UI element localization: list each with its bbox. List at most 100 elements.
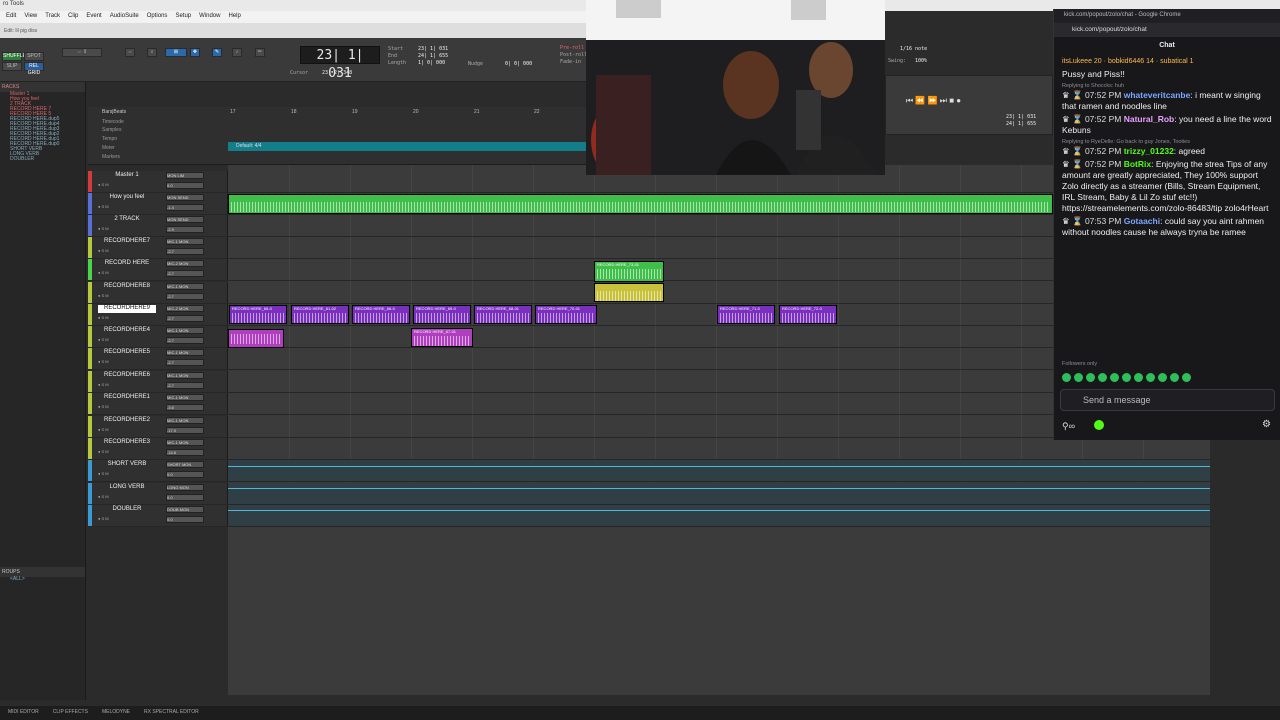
tab-rx-spectral-editor[interactable]: RX SPECTRAL EDITOR	[144, 709, 199, 717]
track-buttons[interactable]: ● S M	[98, 382, 156, 389]
track-volume[interactable]: -2.7	[166, 270, 204, 277]
menu-help[interactable]: Help	[228, 13, 240, 21]
track-volume[interactable]: -2.7	[166, 337, 204, 344]
track-name[interactable]: RECORDHERE6	[98, 372, 156, 380]
track-name[interactable]: How you feel	[98, 194, 156, 202]
audio-clip[interactable]: RECORD HERE_66-0	[352, 305, 410, 324]
track-buttons[interactable]: ● S M	[98, 449, 156, 456]
track-insert[interactable]: MIC-2 MON	[166, 305, 204, 312]
track-buttons[interactable]: ● S M	[98, 226, 156, 233]
track-insert[interactable]: DOUB MON	[166, 506, 204, 513]
swing-value[interactable]: 100%	[915, 58, 927, 64]
track-header[interactable]: RECORDHERE1 MIC-1 MON -3.6 ● S M	[88, 393, 228, 414]
track-volume[interactable]: -2.7	[166, 315, 204, 322]
track-header[interactable]: LONG VERB LONG MON 0.0 ● S M	[88, 483, 228, 504]
end-value[interactable]: 24| 1| 655	[418, 53, 448, 59]
main-counter[interactable]: 23| 1| 031	[300, 46, 380, 81]
track-header[interactable]: SHORT VERB SHORT MON 0.0 ● S M	[88, 460, 228, 481]
length-value[interactable]: 1| 0| 000	[418, 60, 445, 66]
track-name[interactable]: LONG VERB	[98, 484, 156, 492]
track-name[interactable]: RECORDHERE8	[98, 283, 156, 291]
track-buttons[interactable]: ● S M	[98, 471, 156, 478]
track-insert[interactable]: MIC-1 MON	[166, 372, 204, 379]
track-volume[interactable]: 0.0	[166, 516, 204, 523]
transport-buttons[interactable]: ⏮ ⏪ ⏩ ⏭ ■ ●	[906, 96, 996, 106]
track-header[interactable]: RECORDHERE8 MIC-1 MON -2.7 ● S M	[88, 282, 228, 303]
audio-clip[interactable]: RECORD HERE_65-0	[229, 305, 287, 324]
track-buttons[interactable]: ● S M	[98, 516, 156, 523]
track-name[interactable]: Master 1	[98, 172, 156, 180]
audio-clip[interactable]: RECORD HERE_71-0	[717, 305, 775, 324]
chat-tools-icon[interactable]: ⚲∞	[1062, 421, 1075, 432]
track-insert[interactable]: SHORT MON	[166, 461, 204, 468]
track-buttons[interactable]: ● S M	[98, 337, 156, 344]
pencil-icon[interactable]: ✏	[255, 48, 265, 57]
track-volume[interactable]: -3.6	[166, 404, 204, 411]
track-volume[interactable]: -14.6	[166, 449, 204, 456]
track-name[interactable]: RECORDHERE3	[98, 439, 156, 447]
speaker-icon[interactable]: ♪	[232, 48, 242, 57]
menu-window[interactable]: Window	[199, 13, 220, 21]
track-name[interactable]: RECORDHERE1	[98, 394, 156, 402]
track-volume[interactable]: 0.0	[166, 494, 204, 501]
track-insert[interactable]: MON SEND	[166, 216, 204, 223]
track-header[interactable]: RECORDHERE3 MIC-1 MON -14.6 ● S M	[88, 438, 228, 459]
group-all[interactable]: <ALL>	[0, 577, 85, 582]
nudge-value[interactable]: 0| 0| 000	[505, 61, 532, 67]
menu-edit[interactable]: Edit	[6, 13, 16, 21]
grid-mode-button[interactable]: REL GRID	[24, 62, 44, 76]
track-insert[interactable]: MON SEND	[166, 194, 204, 201]
audio-clip-selected[interactable]	[594, 283, 664, 302]
track-insert[interactable]: MON LIM	[166, 172, 204, 179]
audio-clip[interactable]: RECORD HERE_67-01	[411, 328, 473, 347]
track-header[interactable]: 2 TRACK MON SEND -2.9 ● S M	[88, 215, 228, 236]
track-name[interactable]: 2 TRACK	[98, 216, 156, 224]
track-header[interactable]: RECORDHERE2 MIC-1 MON -17.0 ● S M	[88, 416, 228, 437]
tab-midi-editor[interactable]: MIDI EDITOR	[8, 709, 39, 717]
track-insert[interactable]: MIC-1 MON	[166, 238, 204, 245]
settings-gear-icon[interactable]: ⚙	[1262, 419, 1271, 430]
track-insert[interactable]: LONG MON	[166, 484, 204, 491]
track-name[interactable]: DOUBLER	[98, 506, 156, 514]
track-insert[interactable]: MIC-1 MON	[166, 439, 204, 446]
track-volume[interactable]: 0.0	[166, 471, 204, 478]
track-header[interactable]: RECORDHERE5 MIC-1 MON -2.7 ● S M	[88, 348, 228, 369]
audio-clip[interactable]: RECORD HERE_70-01	[535, 305, 597, 324]
track-header[interactable]: RECORDHERE6 MIC-1 MON -2.7 ● S M	[88, 371, 228, 392]
smart-tool-icon[interactable]: ✎	[212, 48, 222, 57]
chat-username[interactable]: Natural_Rob	[1124, 114, 1175, 124]
tracklist-item[interactable]: DOUBLER	[0, 157, 85, 162]
track-buttons[interactable]: ● S M	[98, 315, 156, 322]
track-insert[interactable]: MIC-1 MON	[166, 283, 204, 290]
send-message-input[interactable]: Send a message	[1060, 389, 1275, 411]
track-header[interactable]: RECORDHERE7 MIC-1 MON -2.7 ● S M	[88, 237, 228, 258]
track-insert[interactable]: MIC-1 MON	[166, 417, 204, 424]
track-buttons[interactable]: ● S M	[98, 494, 156, 501]
track-buttons[interactable]: ● S M	[98, 204, 156, 211]
track-name[interactable]: RECORDHERE2	[98, 417, 156, 425]
menu-setup[interactable]: Setup	[175, 13, 191, 21]
chat-username[interactable]: trizzy_01232	[1124, 146, 1174, 156]
track-name[interactable]: SHORT VERB	[98, 461, 156, 469]
track-volume[interactable]: -2.7	[166, 293, 204, 300]
zoom-controls[interactable]: ⇔ ⇕	[62, 48, 102, 57]
track-volume[interactable]: -17.0	[166, 427, 204, 434]
audio-clip[interactable]: RECORD HERE_73-01	[594, 261, 664, 282]
menu-event[interactable]: Event	[86, 13, 101, 21]
audio-clip[interactable]: RECORD HERE_61-02	[291, 305, 349, 324]
track-name[interactable]: RECORDHERE5	[98, 349, 156, 357]
menu-options[interactable]: Options	[147, 13, 168, 21]
spot-mode-button[interactable]: SPOT	[24, 52, 44, 61]
track-buttons[interactable]: ● S M	[98, 270, 156, 277]
track-header[interactable]: How you feel MON SEND -1.4 ● S M	[88, 193, 228, 214]
kick-emote-icon[interactable]	[1094, 420, 1104, 430]
track-name[interactable]: RECORDHERE4	[98, 327, 156, 335]
track-header[interactable]: DOUBLER DOUB MON 0.0 ● S M	[88, 505, 228, 526]
audio-clip[interactable]	[228, 329, 284, 348]
menu-clip[interactable]: Clip	[68, 13, 78, 21]
grabber-tool-icon[interactable]: ✥	[190, 48, 200, 57]
trim-tool-icon[interactable]: ⊞	[165, 48, 187, 57]
zoom-icon[interactable]: ⇔	[125, 48, 135, 57]
track-buttons[interactable]: ● S M	[98, 293, 156, 300]
tab-melodyne[interactable]: MELODYNE	[102, 709, 130, 717]
